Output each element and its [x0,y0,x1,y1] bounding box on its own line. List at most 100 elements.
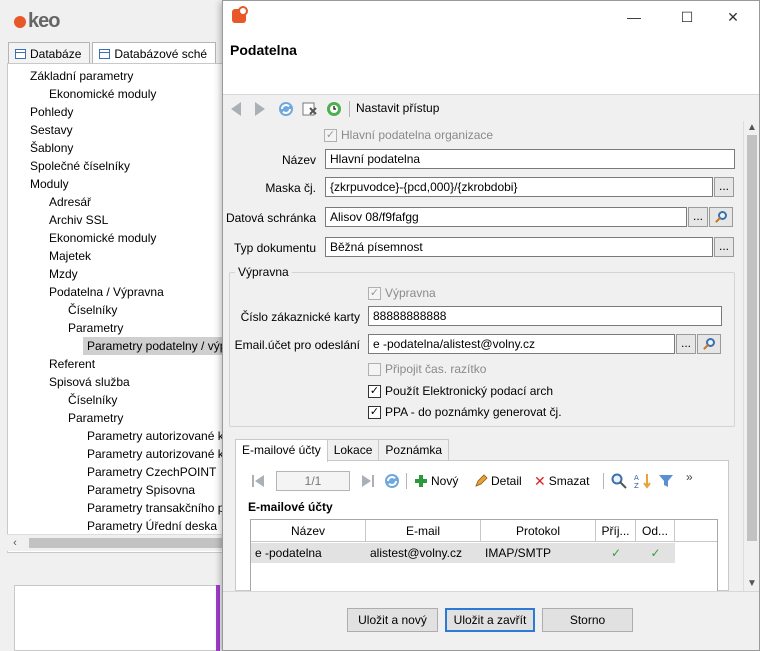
tree-item[interactable]: Pohledy [30,103,73,121]
delete-icon: ✕ [534,472,546,489]
refresh-icon[interactable] [277,100,295,118]
databox-field[interactable]: Alisov 08/f9fafgg [325,207,687,227]
tree-item[interactable]: Ekonomické moduly [49,229,156,247]
search-icon[interactable] [611,473,627,489]
tree-item[interactable]: Spisová služba [49,373,130,391]
refresh-icon[interactable] [383,472,401,490]
content-vertical-scrollbar[interactable]: ▲ ▼ [743,121,759,591]
dialog-title: Podatelna [230,42,297,58]
doctype-field[interactable]: Běžná písemnost [325,237,713,257]
column-header[interactable]: Příj... [596,520,636,542]
card-number-field[interactable]: 88888888888 [368,306,722,326]
tree-item[interactable]: Společné číselníky [30,157,130,175]
column-header[interactable]: E-mail [366,520,481,542]
tree-item[interactable]: Parametry CzechPOINT [87,463,216,481]
tree-item[interactable]: Parametry Úřední deska [87,517,217,535]
tab-label: Databáze [30,46,82,61]
email-account-label: Email.účet pro odeslání [234,338,360,352]
table-icon [15,48,26,59]
tree-item[interactable]: Parametry [68,319,123,337]
main-org-checkbox[interactable]: ✓ Hlavní podatelna organizace [324,128,493,142]
tab-databazove-schema[interactable]: Databázové sché [92,42,217,64]
tree-horizontal-scrollbar[interactable]: ‹ [7,534,225,552]
email-accounts-panel: 1/1 Nový Detail ✕ Smazat AZ » E-mailové … [235,460,729,591]
tree-item[interactable]: Šablony [30,139,73,157]
scroll-up-icon[interactable]: ▲ [744,121,760,135]
more-icon[interactable]: » [686,470,693,484]
scroll-down-icon[interactable]: ▼ [744,577,760,591]
tree-item[interactable]: Parametry [68,409,123,427]
save-and-new-button[interactable]: Uložit a nový [347,608,438,632]
tree-item[interactable]: Mzdy [49,265,78,283]
tree-item[interactable]: Parametry transakčního p [87,499,222,517]
tab-email-accounts[interactable]: E-mailové účty [235,439,328,462]
tree-item[interactable]: Majetek [49,247,91,265]
pager-field[interactable]: 1/1 [276,471,350,491]
tree-item[interactable]: Parametry autorizované ko [87,427,222,445]
databox-label: Datová schránka [225,211,316,225]
column-header[interactable]: Protokol [481,520,596,542]
tree-item[interactable]: Parametry autorizované ko [87,445,222,463]
minimize-button[interactable]: — [622,7,646,27]
tree-item[interactable]: Moduly [30,175,69,193]
filter-icon[interactable] [658,473,674,489]
forward-arrow-icon[interactable] [255,100,273,118]
new-account-button[interactable]: Nový [414,471,458,491]
last-page-icon[interactable] [362,474,374,488]
table-row[interactable]: e -podatelna alistest@volny.cz IMAP/SMTP… [251,543,675,563]
email-account-field[interactable]: e -podatelna/alistest@volny.cz [368,334,675,354]
tree-item[interactable]: Parametry Spisovna [87,481,195,499]
cancel-edit-icon[interactable] [301,100,319,118]
checkbox-checked-icon: ✓ [368,405,381,419]
tab-databaze[interactable]: Databáze [8,42,91,64]
databox-browse-button[interactable]: ... [688,207,708,227]
tab-note[interactable]: Poznámka [378,439,450,461]
cancel-button[interactable]: Storno [542,608,633,632]
mask-field[interactable]: {zkrpuvodce}-{pcd,000}/{zkrobdobi} [325,177,713,197]
detail-button[interactable]: Detail [474,471,522,491]
dialog-footer: Uložit a nový Uložit a zavřít Storno [223,591,759,650]
mask-browse-button[interactable]: ... [714,177,734,197]
tree-item[interactable]: Archiv SSL [49,211,108,229]
close-button[interactable]: ✕ [721,7,745,27]
sort-az-icon[interactable]: AZ [634,473,652,489]
tree-item[interactable]: Základní parametry [30,67,133,85]
doctype-browse-button[interactable]: ... [714,237,734,257]
maximize-button[interactable]: ☐ [675,7,699,27]
card-number-label: Číslo zákaznické karty [240,310,360,324]
column-header[interactable]: Od... [636,520,675,542]
ppa-label: PPA - do poznámky generovat čj. [385,405,562,419]
tree-item-selected[interactable]: Parametry podatelny / výp [83,337,222,355]
history-icon[interactable] [325,100,343,118]
ppa-checkbox[interactable]: ✓ PPA - do poznámky generovat čj. [368,405,562,419]
tree-item[interactable]: Podatelna / Výpravna [49,283,164,301]
tab-locations[interactable]: Lokace [326,439,380,461]
tree-item[interactable]: Číselníky [68,391,117,409]
column-header[interactable]: Název [251,520,366,542]
scroll-left-icon[interactable]: ‹ [7,535,23,552]
scrollbar-thumb[interactable] [29,538,225,548]
email-browse-button[interactable]: ... [676,334,696,354]
name-label: Název [281,153,316,167]
name-field[interactable]: Hlavní podatelna [325,149,735,169]
checkbox-unchecked-icon [368,362,381,376]
dialog-titlebar: — ☐ ✕ [223,1,759,35]
delete-button[interactable]: ✕ Smazat [534,471,589,491]
tree-item[interactable]: Číselníky [68,301,117,319]
databox-search-button[interactable] [709,207,733,227]
tree-item[interactable]: Ekonomické moduly [49,85,156,103]
vypravna-checkbox[interactable]: ✓ Výpravna [368,286,436,300]
email-search-button[interactable] [697,334,721,354]
back-arrow-icon[interactable] [231,100,249,118]
timestamp-checkbox[interactable]: Připojit čas. razítko [368,362,486,376]
scrollbar-thumb[interactable] [747,135,757,541]
svg-text:Z: Z [634,482,639,489]
tree-item[interactable]: Referent [49,355,95,373]
set-access-button[interactable]: Nastavit přístup [356,95,439,122]
accounts-toolbar: 1/1 Nový Detail ✕ Smazat AZ » [236,469,730,493]
first-page-icon[interactable] [252,474,264,488]
e-arch-checkbox[interactable]: ✓ Použít Elektronický podací arch [368,384,553,398]
tree-item[interactable]: Adresář [49,193,91,211]
tree-item[interactable]: Sestavy [30,121,73,139]
save-and-close-button[interactable]: Uložit a zavřít [445,608,535,632]
